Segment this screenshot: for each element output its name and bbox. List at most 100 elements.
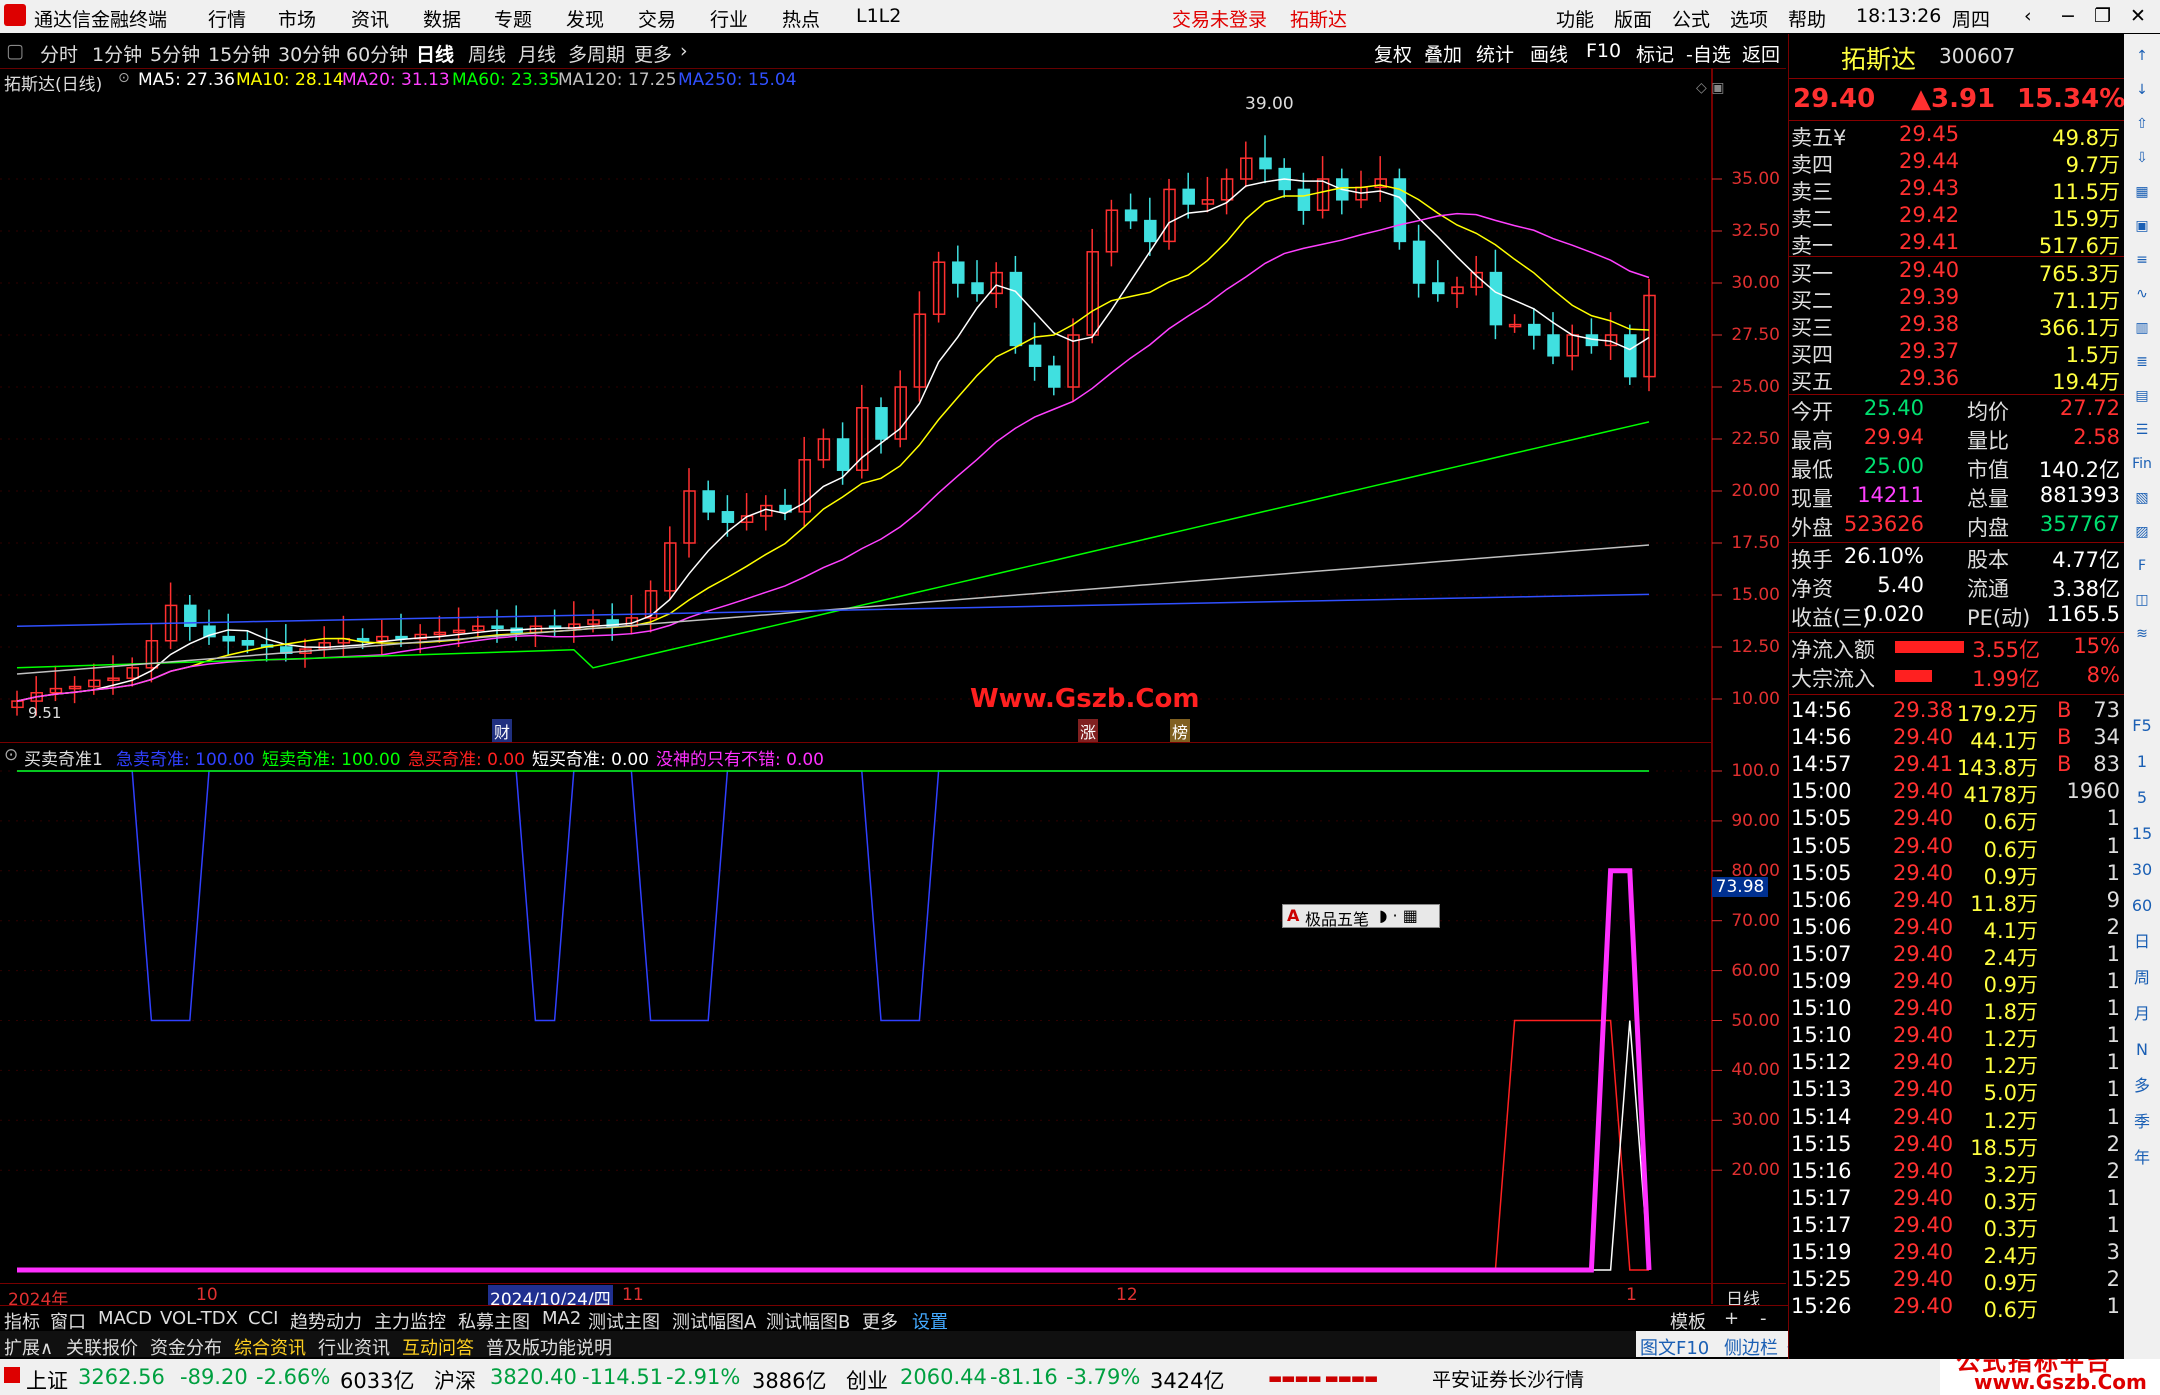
- tab-puji[interactable]: 普及版功能说明: [486, 1334, 612, 1360]
- tool-fuquan[interactable]: 复权: [1374, 40, 1412, 67]
- sidebar-tool-icon[interactable]: ▥: [2130, 316, 2154, 340]
- sidebar-tool-icon[interactable]: ▨: [2130, 520, 2154, 544]
- ime-options-icon[interactable]: ◗ · ▦: [1379, 906, 1418, 925]
- period-fenshi[interactable]: 分时: [40, 40, 78, 67]
- chevron-right-icon[interactable]: ›: [680, 40, 688, 62]
- back-arrow-icon[interactable]: ‹: [2024, 5, 2032, 27]
- index-hs-name[interactable]: 沪深: [434, 1365, 476, 1395]
- menu-l1l2[interactable]: L1L2: [856, 5, 901, 27]
- menu-bangzhu[interactable]: 帮助: [1788, 5, 1826, 32]
- sidebar-period-7[interactable]: 周: [2130, 966, 2154, 990]
- candlestick-chart[interactable]: [0, 68, 1786, 743]
- tool-zixuan[interactable]: -自选: [1686, 40, 1731, 67]
- tab-macd[interactable]: MACD: [98, 1308, 152, 1329]
- sidebar-period-0[interactable]: F5: [2130, 714, 2154, 738]
- period-more[interactable]: 更多: [634, 40, 672, 67]
- menu-redian[interactable]: 热点: [782, 5, 820, 32]
- expand-icon[interactable]: ◇ ▣: [1696, 80, 1724, 96]
- bid-row: 买三 29.38 366.1万: [1789, 312, 2124, 340]
- finance-marker[interactable]: 财: [492, 719, 513, 743]
- minimize-icon[interactable]: −: [2060, 5, 2076, 27]
- sidebar-period-5[interactable]: 60: [2130, 894, 2154, 918]
- tab-cebianlan[interactable]: 侧边栏《: [1724, 1334, 1796, 1360]
- menu-shuju[interactable]: 数据: [423, 5, 461, 32]
- menu-xuanxiang[interactable]: 选项: [1730, 5, 1768, 32]
- period-1min[interactable]: 1分钟: [92, 40, 142, 67]
- menu-gongneng[interactable]: 功能: [1556, 5, 1594, 32]
- menu-zhuanti[interactable]: 专题: [494, 5, 532, 32]
- sidebar-tool-icon[interactable]: ▦: [2130, 180, 2154, 204]
- menu-zixun[interactable]: 资讯: [351, 5, 389, 32]
- rank-marker[interactable]: 榜: [1170, 719, 1191, 743]
- sidebar-period-10[interactable]: 多: [2130, 1074, 2154, 1098]
- period-weekly[interactable]: 周线: [468, 40, 506, 67]
- sidebar-tool-icon[interactable]: ⇧: [2130, 112, 2154, 136]
- tab-tuwen-f10[interactable]: 图文F10: [1640, 1334, 1709, 1360]
- menu-hangye[interactable]: 行业: [710, 5, 748, 32]
- sidebar-tool-icon[interactable]: F: [2130, 554, 2154, 578]
- index-cy-name[interactable]: 创业: [846, 1365, 888, 1395]
- index-sh-name[interactable]: 上证: [26, 1365, 68, 1395]
- indicator-chart[interactable]: [0, 742, 1786, 1304]
- period-30min[interactable]: 30分钟: [278, 40, 340, 67]
- login-status[interactable]: 交易未登录: [1172, 5, 1267, 32]
- ime-popup[interactable]: A 极品五笔 ◗ · ▦: [1282, 904, 1440, 929]
- menu-jiaoyi[interactable]: 交易: [638, 5, 676, 32]
- menu-banmian[interactable]: 版面: [1614, 5, 1652, 32]
- sidebar-tool-icon[interactable]: ∿: [2130, 282, 2154, 306]
- sidebar-period-1[interactable]: 1: [2130, 750, 2154, 774]
- sidebar-period-6[interactable]: 日: [2130, 930, 2154, 954]
- sidebar-tool-icon[interactable]: ≋: [2130, 622, 2154, 646]
- tool-biaoji[interactable]: 标记: [1636, 40, 1674, 67]
- period-60min[interactable]: 60分钟: [346, 40, 408, 67]
- sidebar-tool-icon[interactable]: ▤: [2130, 384, 2154, 408]
- ma60-line: [16, 421, 1650, 669]
- tab-minus[interactable]: -: [1760, 1308, 1767, 1329]
- tool-diejia[interactable]: 叠加: [1424, 40, 1462, 67]
- tool-huaxian[interactable]: 画线: [1530, 40, 1568, 67]
- restore-icon[interactable]: ❐: [2094, 5, 2111, 27]
- tab-hudong[interactable]: 互动问答: [402, 1334, 474, 1360]
- tab-ma2[interactable]: MA2: [542, 1308, 581, 1329]
- sidebar-tool-icon[interactable]: ≡: [2130, 248, 2154, 272]
- period-daily[interactable]: 日线: [416, 40, 454, 67]
- sidebar-tool-icon[interactable]: ≣: [2130, 350, 2154, 374]
- sidebar-period-9[interactable]: N: [2130, 1038, 2154, 1062]
- sidebar-period-3[interactable]: 15: [2130, 822, 2154, 846]
- sidebar-tool-icon[interactable]: Fin: [2130, 452, 2154, 476]
- sidebar-tool-icon[interactable]: ▣: [2130, 214, 2154, 238]
- sidebar-period-2[interactable]: 5: [2130, 786, 2154, 810]
- tool-f10[interactable]: F10: [1586, 40, 1621, 62]
- period-15min[interactable]: 15分钟: [208, 40, 270, 67]
- sidebar-tool-icon[interactable]: ◫: [2130, 588, 2154, 612]
- period-5min[interactable]: 5分钟: [150, 40, 200, 67]
- sidebar-tool-icon[interactable]: ▧: [2130, 486, 2154, 510]
- tab-kuozhan[interactable]: 扩展∧: [4, 1334, 53, 1360]
- tool-fanhui[interactable]: 返回: [1742, 40, 1780, 67]
- tab-plus[interactable]: +: [1724, 1308, 1739, 1329]
- sidebar-period-8[interactable]: 月: [2130, 1002, 2154, 1026]
- tab-vol-tdx[interactable]: VOL-TDX: [160, 1308, 238, 1329]
- sidebar-tool-icon[interactable]: ↓: [2130, 78, 2154, 102]
- tool-tongji[interactable]: 统计: [1476, 40, 1514, 67]
- period-monthly[interactable]: 月线: [518, 40, 556, 67]
- tab-cci[interactable]: CCI: [248, 1308, 278, 1329]
- sidebar-period-4[interactable]: 30: [2130, 858, 2154, 882]
- close-icon[interactable]: ✕: [2130, 5, 2146, 27]
- tab-guanlian[interactable]: 关联报价: [66, 1334, 138, 1360]
- sidebar-period-12[interactable]: 年: [2130, 1146, 2154, 1170]
- limit-up-marker[interactable]: 涨: [1078, 719, 1099, 743]
- sidebar-tool-icon[interactable]: ↑: [2130, 44, 2154, 68]
- menu-hangqing[interactable]: 行情: [208, 5, 246, 32]
- collapse-icon[interactable]: ▢: [6, 40, 24, 62]
- period-multi[interactable]: 多周期: [568, 40, 625, 67]
- tab-zijin[interactable]: 资金分布: [150, 1334, 222, 1360]
- menu-shichang[interactable]: 市场: [278, 5, 316, 32]
- menu-faxian[interactable]: 发现: [566, 5, 604, 32]
- tab-zonghe[interactable]: 综合资讯: [234, 1334, 306, 1360]
- menu-gongshi[interactable]: 公式: [1672, 5, 1710, 32]
- sidebar-tool-icon[interactable]: ⇩: [2130, 146, 2154, 170]
- sidebar-period-11[interactable]: 季: [2130, 1110, 2154, 1134]
- tab-hangye-zixun[interactable]: 行业资讯: [318, 1334, 390, 1360]
- sidebar-tool-icon[interactable]: ☰: [2130, 418, 2154, 442]
